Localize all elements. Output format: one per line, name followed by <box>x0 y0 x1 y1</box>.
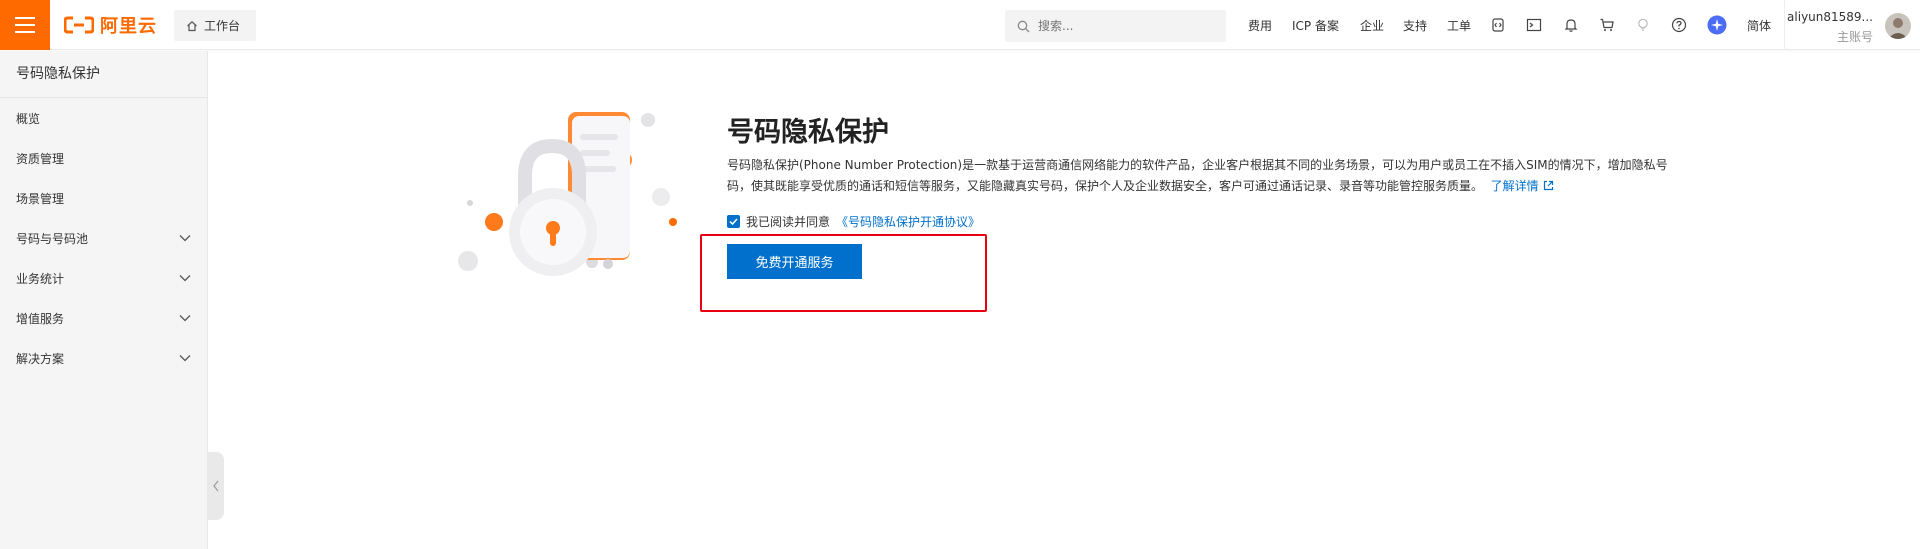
sidebar-item-label: 资质管理 <box>16 151 65 166</box>
aliyun-logo[interactable]: 阿里云 <box>64 14 157 37</box>
hamburger-line <box>15 24 35 26</box>
nav-fee[interactable]: 费用 <box>1248 0 1272 50</box>
hamburger-line <box>15 17 35 19</box>
search-icon <box>1017 20 1030 32</box>
cart-icon[interactable] <box>1597 15 1617 35</box>
nav-link-label: ICP 备案 <box>1292 18 1339 33</box>
home-icon <box>187 20 197 31</box>
sidebar-item-label: 业务统计 <box>16 271 65 286</box>
search-input[interactable] <box>1038 19 1208 33</box>
terminal-icon[interactable] <box>1524 15 1544 35</box>
chevron-down-icon <box>179 235 191 242</box>
help-icon[interactable] <box>1669 15 1689 35</box>
menu-toggle-button[interactable] <box>0 0 50 50</box>
workbench-label: 工作台 <box>204 19 241 33</box>
account-name: aliyun81589... <box>1787 10 1873 24</box>
language-switch[interactable]: 简体 <box>1747 0 1771 50</box>
logo-text: 阿里云 <box>100 16 157 37</box>
chevron-down-icon <box>179 315 191 322</box>
sidebar-item-label: 解决方案 <box>16 351 65 366</box>
check-icon <box>729 218 738 226</box>
top-bar: 阿里云 工作台 费用 ICP 备案 企业 支持 工单 简体 aliy <box>0 0 1920 50</box>
chevron-down-icon <box>179 355 191 362</box>
account-menu[interactable]: aliyun81589... 主账号 <box>1784 0 1911 50</box>
search-box[interactable] <box>1005 10 1226 42</box>
chevron-left-icon <box>213 480 219 492</box>
account-role: 主账号 <box>1836 30 1873 44</box>
aliyun-logo-icon <box>64 16 94 34</box>
sidebar-item-label: 号码与号码池 <box>16 231 89 246</box>
page-title: 号码隐私保护 <box>727 117 889 148</box>
sidebar: 号码隐私保护 概览 资质管理 场景管理 号码与号码池 业务统计 增值服务 解决方… <box>0 51 208 549</box>
sidebar-item-numbers[interactable]: 号码与号码池 <box>0 218 207 258</box>
nav-link-label: 费用 <box>1248 18 1273 33</box>
sidebar-item-overview[interactable]: 概览 <box>0 98 207 138</box>
agree-checkbox[interactable] <box>727 215 740 228</box>
learn-more-link[interactable]: 了解详情 <box>1487 179 1554 193</box>
bell-icon[interactable] <box>1561 15 1581 35</box>
external-link-icon <box>1543 180 1553 191</box>
language-label: 简体 <box>1747 18 1772 33</box>
privacy-lock-illustration <box>458 112 677 276</box>
sidebar-item-statistics[interactable]: 业务统计 <box>0 258 207 298</box>
nav-link-label: 工单 <box>1447 18 1472 33</box>
nav-support[interactable]: 支持 <box>1403 0 1427 50</box>
sidebar-item-label: 增值服务 <box>16 311 65 326</box>
nav-link-label: 企业 <box>1360 18 1385 33</box>
nav-link-label: 支持 <box>1403 18 1428 33</box>
agreement-row: 我已阅读并同意 《号码隐私保护开通协议》 <box>727 213 980 230</box>
sidebar-item-scenario[interactable]: 场景管理 <box>0 178 207 218</box>
sidebar-title: 号码隐私保护 <box>0 51 207 98</box>
hamburger-line <box>15 31 35 33</box>
nav-enterprise[interactable]: 企业 <box>1360 0 1384 50</box>
sidebar-item-qualification[interactable]: 资质管理 <box>0 138 207 178</box>
lightbulb-icon[interactable] <box>1633 15 1653 35</box>
agreement-link[interactable]: 《号码隐私保护开通协议》 <box>836 213 980 230</box>
chevron-down-icon <box>179 275 191 282</box>
sidebar-item-value-added[interactable]: 增值服务 <box>0 298 207 338</box>
sidebar-item-label: 场景管理 <box>16 191 65 206</box>
nav-ticket[interactable]: 工单 <box>1447 0 1471 50</box>
workbench-button[interactable]: 工作台 <box>174 10 256 41</box>
agree-prefix: 我已阅读并同意 <box>746 215 831 229</box>
highlight-annotation-box <box>700 234 987 312</box>
sidebar-collapse-handle[interactable] <box>208 452 224 520</box>
sidebar-item-solutions[interactable]: 解决方案 <box>0 338 207 378</box>
product-description: 号码隐私保护(Phone Number Protection)是一款基于运营商通… <box>727 155 1677 197</box>
ai-assistant-icon[interactable] <box>1707 15 1727 35</box>
nav-icp[interactable]: ICP 备案 <box>1292 0 1339 50</box>
sidebar-item-label: 概览 <box>16 111 41 126</box>
avatar[interactable] <box>1885 13 1911 39</box>
code-icon[interactable] <box>1488 15 1508 35</box>
learn-more-label: 了解详情 <box>1490 179 1539 193</box>
